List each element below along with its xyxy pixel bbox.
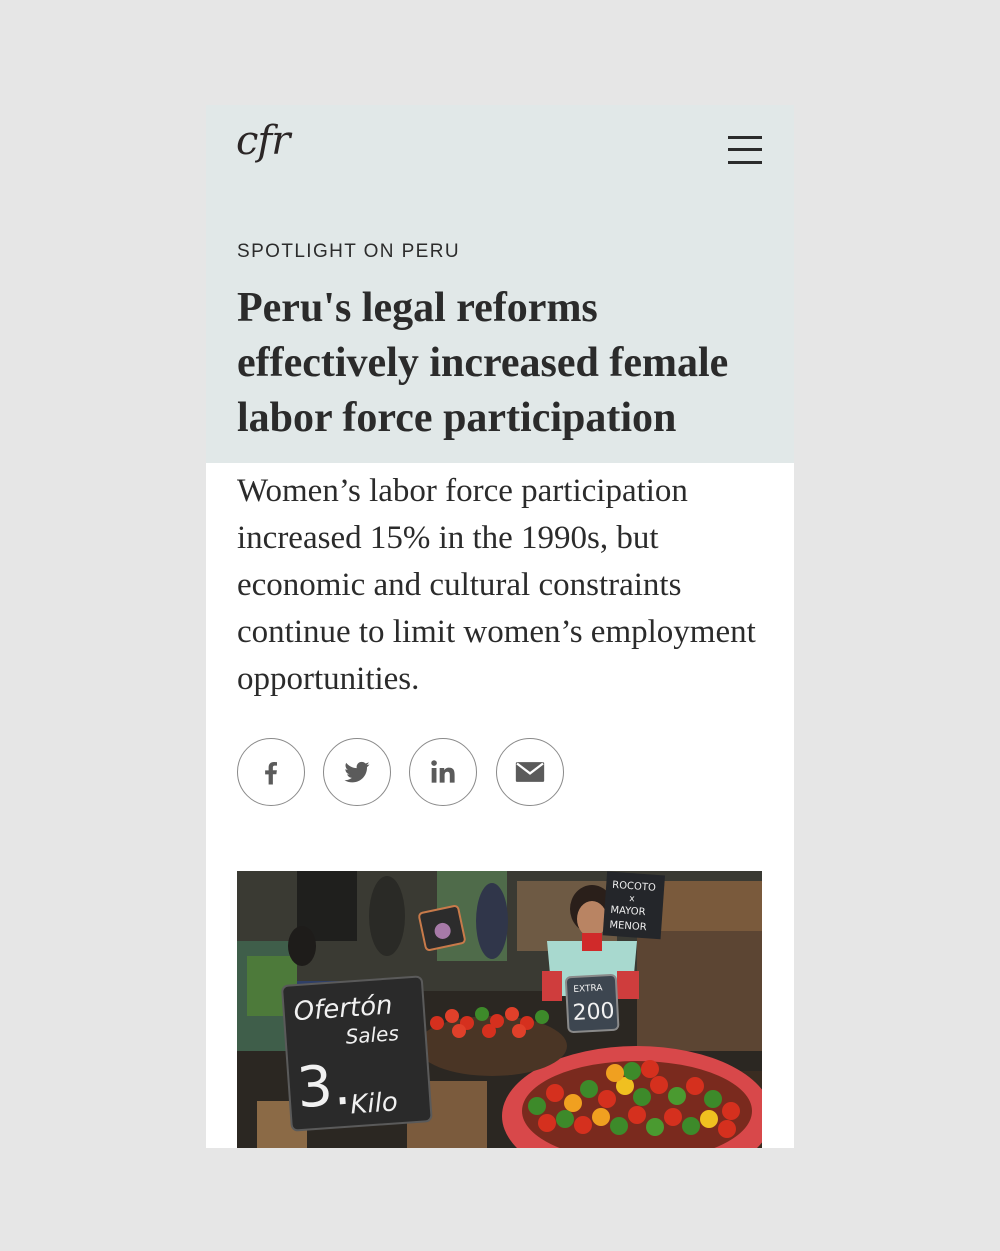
- facebook-icon: [265, 762, 277, 785]
- share-linkedin-button[interactable]: [409, 738, 477, 806]
- menu-line: [728, 148, 762, 151]
- cfr-logo[interactable]: cfr: [236, 121, 290, 161]
- mobile-page: cfr SPOTLIGHT ON PERU Peru's legal refor…: [206, 105, 794, 1148]
- article-header: cfr SPOTLIGHT ON PERU Peru's legal refor…: [206, 105, 794, 463]
- market-photo: Ofertón Sales 3. Kilo EXTRA 200 ROCOTO x…: [237, 871, 762, 1148]
- share-facebook-button[interactable]: [237, 738, 305, 806]
- hamburger-menu-icon[interactable]: [726, 134, 764, 166]
- article-kicker[interactable]: SPOTLIGHT ON PERU: [237, 241, 460, 263]
- sign-main-line2: Sales: [345, 1021, 400, 1049]
- menu-line: [728, 161, 762, 164]
- article-dek: Women’s labor force participation increa…: [237, 473, 756, 697]
- sign-main-unit: Kilo: [349, 1087, 398, 1120]
- article-title: Peru's legal reforms effectively increas…: [237, 285, 729, 441]
- share-twitter-button[interactable]: [323, 738, 391, 806]
- sign-main-price: 3.: [295, 1053, 353, 1122]
- menu-line: [728, 136, 762, 139]
- linkedin-icon: [431, 760, 455, 783]
- share-email-button[interactable]: [496, 738, 564, 806]
- sign-small-top: EXTRA: [573, 983, 604, 995]
- email-icon: [515, 762, 545, 782]
- sign-small-price: 200: [572, 999, 615, 1026]
- twitter-icon: [344, 761, 370, 783]
